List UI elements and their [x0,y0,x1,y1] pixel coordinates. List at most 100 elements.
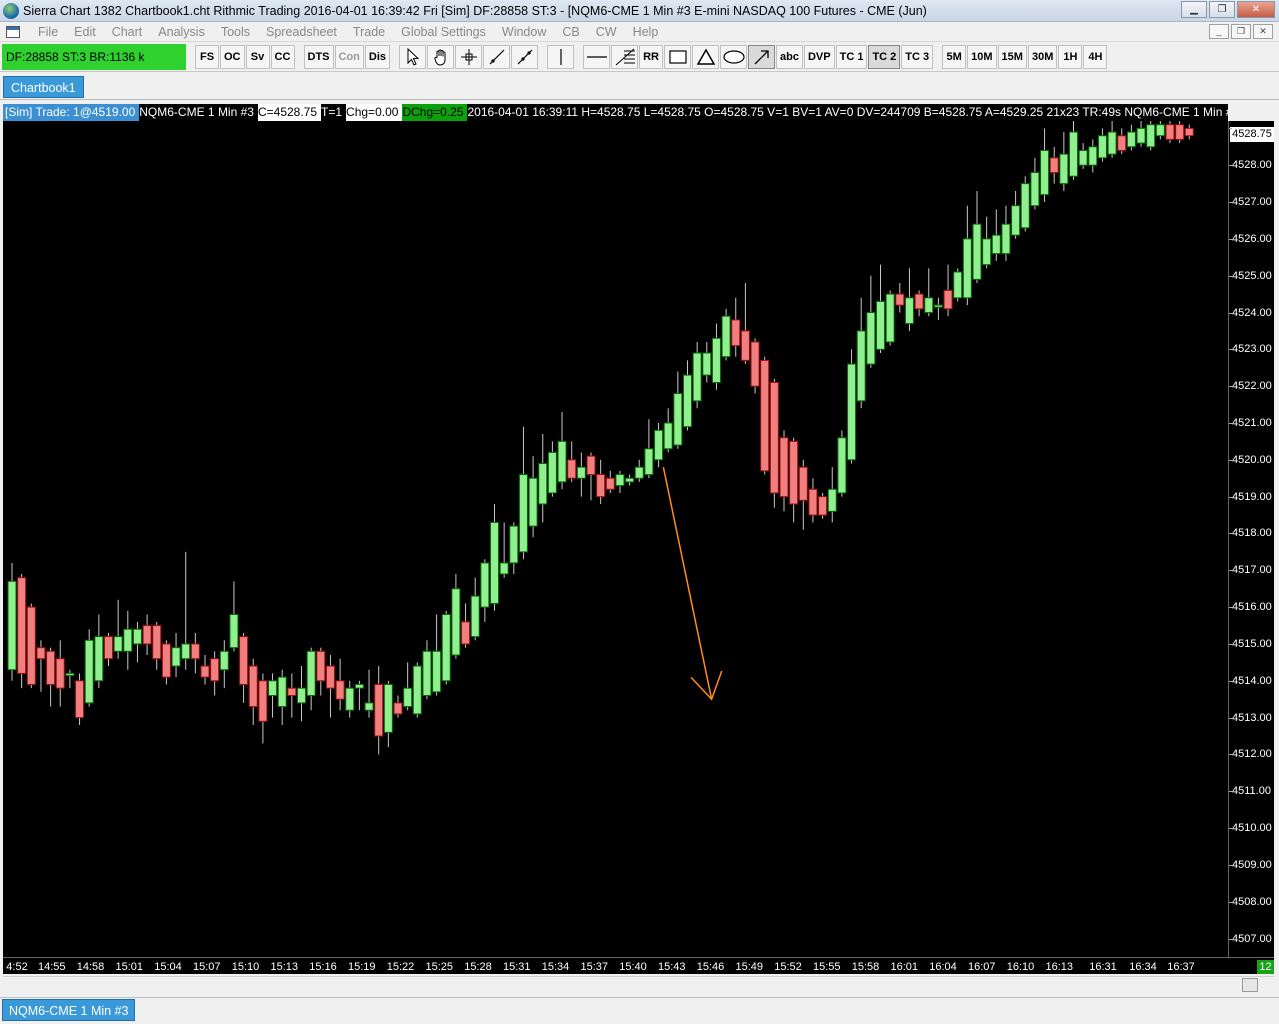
mdi-restore-button[interactable]: ❐ [1231,24,1251,39]
menu-file[interactable]: File [30,25,66,39]
candle-body-up [65,672,75,676]
candle [1175,121,1185,144]
restore-button[interactable]: ❐ [1209,1,1235,18]
menu-help[interactable]: Help [625,25,667,39]
con-button[interactable]: Con [334,44,364,69]
menu-trade[interactable]: Trade [345,25,393,39]
candle [740,283,750,365]
dts-button[interactable]: DTS [303,44,334,69]
line-tool-button[interactable] [483,44,511,69]
price-tick [1229,128,1232,130]
triangle-tool-button[interactable] [692,44,720,69]
ellipse-tool-button[interactable] [720,44,748,69]
pointer-tool-button[interactable] [399,44,427,69]
candlestick-chart[interactable] [3,121,1228,957]
price-scale[interactable]: 4528.75 4528.00 4527.00 4526.00 4525.00 4524… [1228,121,1274,957]
candle [586,452,596,501]
timeframe-4h-button[interactable]: 4H [1083,44,1108,69]
arrow-tool-button[interactable] [748,44,776,69]
tc1-button[interactable]: TC 1 [835,44,868,69]
candle [1155,121,1165,140]
arrow-annotation-line[interactable] [662,467,713,700]
candle [1078,143,1088,169]
menu-global-settings[interactable]: Global Settings [393,25,494,39]
rectangle-tool-button[interactable] [664,44,692,69]
candle [1011,190,1021,239]
bar-spacing-badge[interactable]: 12 [1257,960,1274,974]
time-label: 16:01 [890,961,919,973]
close-button[interactable]: ✕ [1237,1,1275,18]
candle-body-up [229,613,239,649]
menu-edit[interactable]: Edit [66,25,104,39]
price-label: 4525.00 [1232,269,1272,282]
timeframe-10m-button[interactable]: 10M [967,44,997,69]
horizontal-line-tool-button[interactable] [583,44,611,69]
candle [528,456,538,538]
vertical-line-tool-button[interactable] [547,44,575,69]
rr-button[interactable]: RR [639,44,664,69]
candle [943,264,953,317]
menu-cb[interactable]: CB [554,25,587,39]
timeframe-5m-button[interactable]: 5M [942,44,967,69]
tab-chartbook1[interactable]: Chartbook1 [3,76,84,98]
candle [692,341,702,409]
menu-window[interactable]: Window [494,25,554,39]
tc3-button[interactable]: TC 3 [901,44,934,69]
minimize-button[interactable]: ▁ [1181,1,1207,18]
menu-cw[interactable]: CW [588,25,625,39]
ray-tool-button[interactable] [511,44,539,69]
candle-body-down [239,636,249,685]
candle-body-up [306,650,316,697]
time-label: 15:22 [386,961,415,973]
menu-tools[interactable]: Tools [213,25,258,39]
candle [451,573,461,659]
candle-body-down [325,665,335,689]
menu-spreadsheet[interactable]: Spreadsheet [258,25,345,39]
candle-body-down [740,330,750,361]
chartbook-tab-bar: Chartbook1 [0,72,1279,100]
crosshair-tool-button[interactable] [455,44,483,69]
candle [345,680,355,718]
candle-body-up [904,297,914,325]
fs-button[interactable]: FS [195,44,219,69]
timeframe-30m-button[interactable]: 30M [1027,44,1058,69]
cc-button[interactable]: CC [270,44,295,69]
candle-body-up [181,643,191,660]
candle-body-up [644,448,654,476]
document-icon[interactable] [6,25,20,38]
candle-body-up [972,223,982,280]
dis-button[interactable]: Dis [364,44,391,69]
mdi-minimize-button[interactable]: _ [1209,24,1229,39]
candle [847,349,857,464]
candle [731,297,741,357]
candle-body-up [1069,131,1078,177]
last-price-marker: 4528.75 [1230,127,1274,142]
time-label: 15:31 [502,961,531,973]
time-axis[interactable]: 4:52 14:55 14:58 15:01 15:04 15:07 15:10 15:13 1… [3,957,1274,974]
time-label: 16:10 [1006,961,1035,973]
sv-button[interactable]: Sv [245,44,270,69]
tab-nqm6-chart[interactable]: NQM6-CME 1 Min #3 [2,999,136,1021]
timeframe-1h-button[interactable]: 1H [1058,44,1083,69]
candle [1040,128,1050,203]
hand-tool-button[interactable] [427,44,455,69]
oc-button[interactable]: OC [220,44,245,69]
candle [557,411,567,490]
candle-body-down [914,293,924,310]
horizontal-scrollbar[interactable] [3,976,1274,993]
chart-plot-area[interactable] [3,121,1228,957]
menu-analysis[interactable]: Analysis [150,25,213,39]
text-tool-button[interactable]: abc [776,44,803,69]
tc2-button[interactable]: TC 2 [868,44,901,69]
mdi-close-button[interactable]: ✕ [1253,24,1273,39]
menu-chart[interactable]: Chart [104,25,151,39]
scrollbar-thumb[interactable] [1242,978,1258,992]
candle [1097,128,1107,162]
timeframe-15m-button[interactable]: 15M [997,44,1027,69]
fibonacci-tool-button[interactable] [611,44,639,69]
candle [1107,121,1117,158]
candle [26,603,36,689]
dvp-button[interactable]: DVP [803,44,835,69]
candle-body-up [634,466,644,479]
candle [277,669,287,725]
